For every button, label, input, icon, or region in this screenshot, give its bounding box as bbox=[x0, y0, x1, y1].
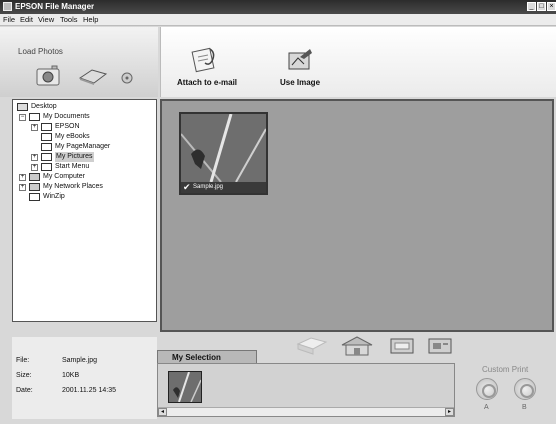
title-bar[interactable]: EPSON File Manager _ □ × bbox=[0, 0, 556, 14]
custom-print-a-button[interactable] bbox=[476, 378, 498, 400]
slideshow-icon[interactable] bbox=[390, 336, 414, 354]
tree-item-my-computer[interactable]: + My Computer bbox=[19, 172, 149, 182]
close-button[interactable]: × bbox=[547, 2, 556, 11]
date-value: 2001.11.25 14:35 bbox=[62, 387, 116, 394]
thumbnail-area[interactable]: ✔ Sample.jpg bbox=[160, 99, 554, 332]
scroll-right-arrow-icon[interactable]: ▸ bbox=[445, 408, 454, 416]
date-label: Date: bbox=[16, 387, 33, 394]
custom-print-a-label: A bbox=[484, 404, 489, 411]
file-label: File: bbox=[16, 357, 30, 364]
custom-print-b-button[interactable] bbox=[514, 378, 536, 400]
tree-item-my-pagemanager[interactable]: My PageManager bbox=[31, 142, 141, 152]
app-window: EPSON File Manager _ □ × File Edit View … bbox=[0, 0, 556, 424]
menu-view[interactable]: View bbox=[38, 15, 54, 24]
selected-photo-thumbnail[interactable] bbox=[168, 371, 202, 403]
email-attach-icon[interactable] bbox=[190, 47, 218, 73]
camera-icon[interactable] bbox=[36, 65, 60, 87]
menu-edit[interactable]: Edit bbox=[20, 15, 33, 24]
tree-item-desktop[interactable]: Desktop bbox=[17, 102, 147, 112]
thumbnail-filename: Sample.jpg bbox=[193, 184, 224, 190]
scroll-left-arrow-icon[interactable]: ◂ bbox=[158, 408, 167, 416]
load-photos-panel bbox=[0, 27, 158, 97]
file-info-panel: File: Sample.jpg Size: 10KB Date: 2001.1… bbox=[12, 337, 157, 419]
custom-print-label: Custom Print bbox=[482, 365, 529, 374]
use-image-icon[interactable] bbox=[286, 47, 314, 73]
tree-item-my-pictures[interactable]: + My Pictures bbox=[31, 152, 141, 162]
disc-icon[interactable] bbox=[121, 72, 133, 84]
house-icon[interactable] bbox=[340, 336, 374, 356]
photo-thumbnail[interactable]: ✔ Sample.jpg bbox=[179, 112, 268, 195]
attach-email-button[interactable]: Attach to e-mail bbox=[177, 78, 237, 87]
use-image-button[interactable]: Use Image bbox=[280, 78, 320, 87]
check-icon[interactable]: ✔ bbox=[183, 182, 191, 193]
size-value: 10KB bbox=[62, 372, 80, 379]
tree-item-my-documents[interactable]: − My Documents bbox=[19, 112, 149, 122]
tree-item-start-menu[interactable]: + Start Menu bbox=[31, 162, 141, 172]
app-icon bbox=[3, 2, 12, 11]
horizontal-scrollbar[interactable]: ◂ ▸ bbox=[158, 407, 454, 416]
scanner-icon[interactable] bbox=[78, 66, 108, 86]
card-icon[interactable] bbox=[428, 336, 452, 354]
tree-item-epson[interactable]: + EPSON bbox=[31, 122, 141, 132]
window-title: EPSON File Manager bbox=[15, 2, 95, 11]
print-icon[interactable] bbox=[295, 336, 329, 356]
size-label: Size: bbox=[16, 372, 32, 379]
minimize-button[interactable]: _ bbox=[527, 2, 536, 11]
tab-my-selection-label: My Selection bbox=[172, 353, 221, 362]
tab-my-selection[interactable]: My Selection bbox=[157, 350, 257, 363]
menu-help[interactable]: Help bbox=[83, 15, 98, 24]
menu-bar: File Edit View Tools Help bbox=[0, 14, 556, 26]
maximize-button[interactable]: □ bbox=[537, 2, 546, 11]
selected-photo-image bbox=[169, 371, 202, 403]
menu-file[interactable]: File bbox=[3, 15, 15, 24]
load-photos-label: Load Photos bbox=[18, 47, 63, 56]
photo-image bbox=[181, 114, 266, 182]
folder-tree: Desktop − My Documents + EPSON My eBooks… bbox=[12, 99, 157, 322]
custom-print-b-label: B bbox=[522, 404, 527, 411]
file-value: Sample.jpg bbox=[62, 357, 98, 364]
tree-item-my-network-places[interactable]: + My Network Places bbox=[19, 182, 149, 192]
tree-item-my-ebooks[interactable]: My eBooks bbox=[31, 132, 141, 142]
custom-print-panel: Custom Print A B bbox=[462, 355, 556, 419]
tree-item-winzip[interactable]: WinZip bbox=[19, 192, 149, 202]
selection-tray[interactable]: ◂ ▸ bbox=[157, 363, 455, 417]
menu-tools[interactable]: Tools bbox=[60, 15, 78, 24]
